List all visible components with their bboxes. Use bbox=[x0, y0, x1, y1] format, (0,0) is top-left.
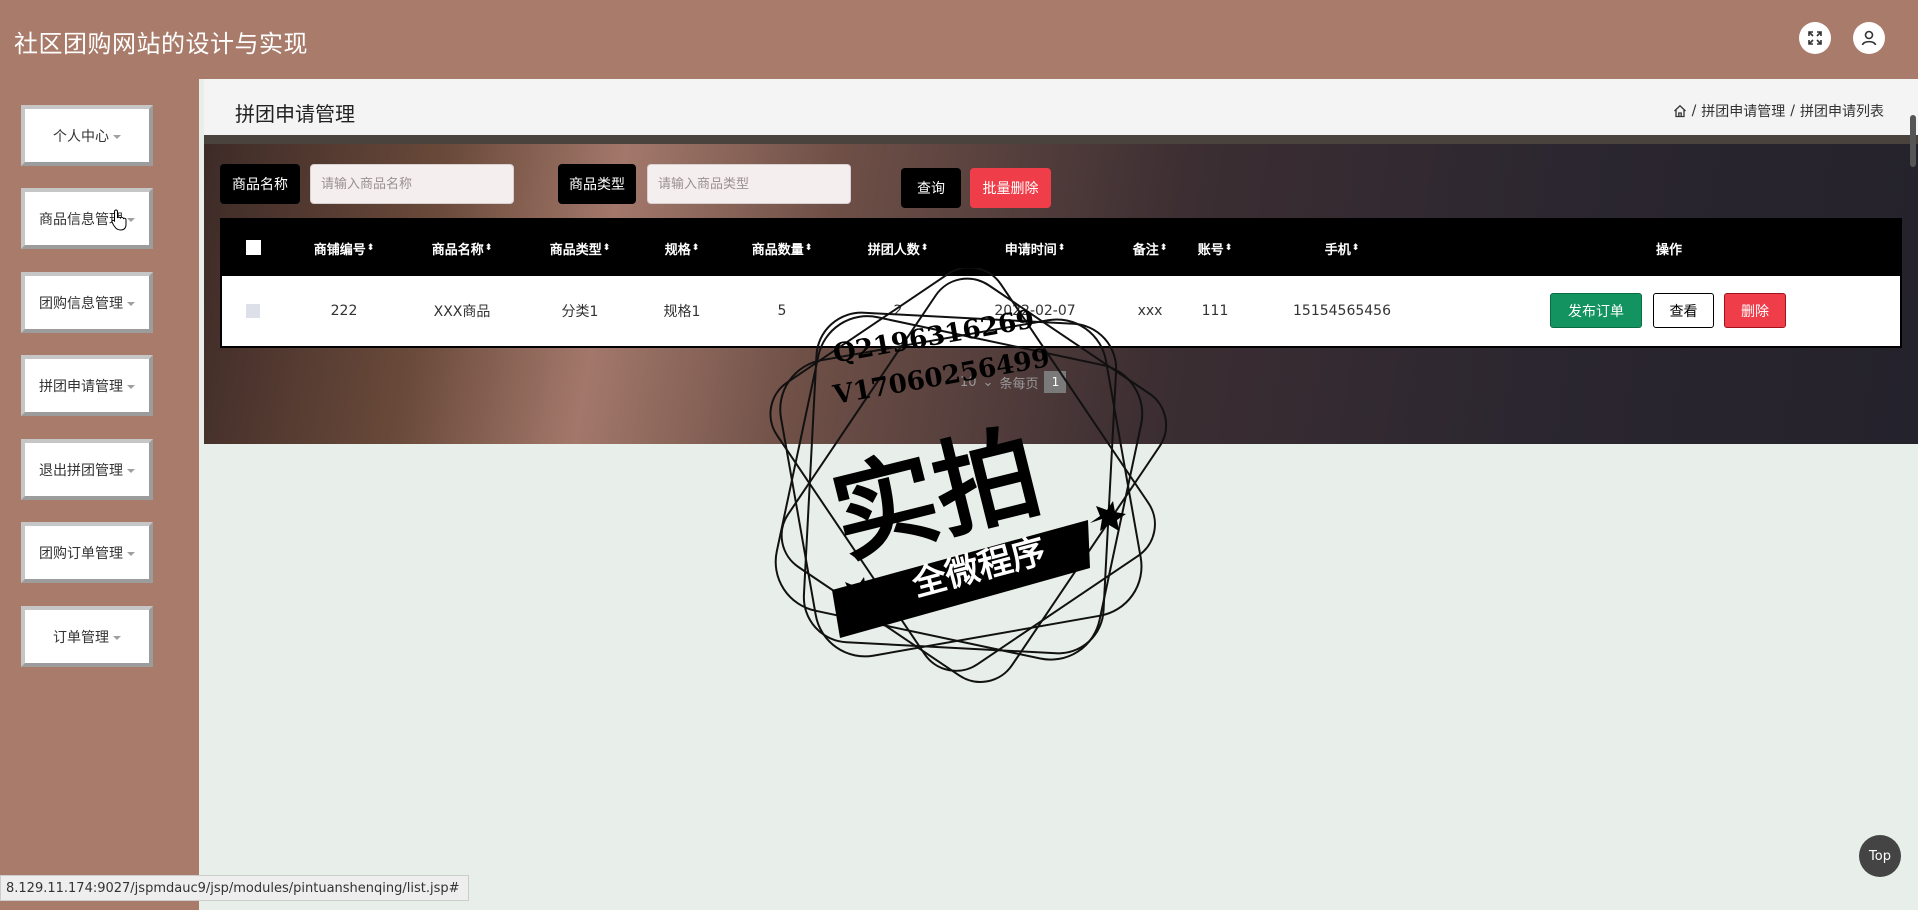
delete-button[interactable]: 删除 bbox=[1724, 293, 1786, 328]
panel-top-shadow bbox=[204, 135, 1918, 144]
top-header: 社区团购网站的设计与实现 bbox=[0, 0, 1918, 79]
column-header-label: 规格 bbox=[664, 242, 691, 258]
column-header-phone[interactable]: 手机 ⬍ bbox=[1325, 220, 1360, 276]
column-header-goods-name[interactable]: 商品名称 ⬍ bbox=[432, 220, 493, 276]
sort-icon: ⬍ bbox=[920, 243, 929, 253]
sidebar: 个人中心 商品信息管理 团购信息管理 拼团申请管理 退出拼团管理 团购订单管理 … bbox=[0, 79, 199, 910]
cell-shop-no: 222 bbox=[330, 303, 358, 319]
column-header-actions: 操作 bbox=[1655, 242, 1683, 258]
breadcrumb-item[interactable]: 拼团申请管理 bbox=[1701, 101, 1785, 121]
sidebar-item-group-application[interactable]: 拼团申请管理 bbox=[21, 355, 153, 416]
sort-icon: ⬍ bbox=[1159, 243, 1168, 253]
sidebar-item-group-buy-info[interactable]: 团购信息管理 bbox=[21, 272, 153, 333]
sidebar-item-order[interactable]: 订单管理 bbox=[21, 606, 153, 667]
view-button[interactable]: 查看 bbox=[1653, 293, 1714, 328]
goods-name-search-input[interactable] bbox=[310, 164, 514, 204]
home-icon[interactable] bbox=[1673, 104, 1687, 118]
sort-icon: ⬍ bbox=[602, 243, 611, 253]
back-to-top-button[interactable]: Top bbox=[1859, 835, 1901, 877]
column-header-label: 商铺编号 bbox=[313, 242, 366, 258]
sidebar-item-goods-info[interactable]: 商品信息管理 bbox=[21, 188, 153, 249]
publish-order-button[interactable]: 发布订单 bbox=[1550, 293, 1642, 328]
sidebar-item-group-order[interactable]: 团购订单管理 bbox=[21, 522, 153, 583]
mouse-cursor-icon bbox=[111, 209, 127, 231]
caret-down-icon bbox=[127, 384, 135, 389]
column-header-label: 商品类型 bbox=[549, 242, 602, 258]
status-bar-url: 8.129.11.174:9027/jspmdauc9/jsp/modules/… bbox=[0, 875, 469, 901]
breadcrumb-separator: / bbox=[1790, 103, 1795, 119]
user-menu-button[interactable] bbox=[1853, 22, 1885, 54]
fullscreen-icon bbox=[1808, 31, 1822, 45]
cell-account: 111 bbox=[1201, 303, 1229, 319]
breadcrumb-separator: / bbox=[1691, 103, 1697, 119]
column-header-label: 账号 bbox=[1197, 242, 1224, 258]
row-checkbox[interactable] bbox=[246, 304, 260, 318]
page-title: 拼团申请管理 bbox=[235, 102, 355, 126]
column-header-label: 申请时间 bbox=[1004, 242, 1057, 258]
sort-icon: ⬍ bbox=[1057, 243, 1066, 253]
cell-goods-type: 分类1 bbox=[561, 304, 599, 320]
select-all-checkbox[interactable] bbox=[246, 240, 261, 255]
batch-delete-button[interactable]: 批量删除 bbox=[970, 168, 1051, 208]
scrollbar-thumb[interactable] bbox=[1910, 115, 1916, 167]
sort-icon: ⬍ bbox=[691, 243, 700, 253]
column-header-goods-type[interactable]: 商品类型 ⬍ bbox=[550, 220, 611, 276]
column-header-account[interactable]: 账号 ⬍ bbox=[1198, 220, 1233, 276]
sidebar-item-label: 团购信息管理 bbox=[39, 295, 123, 312]
cell-spec: 规格1 bbox=[663, 304, 701, 320]
column-header-label: 手机 bbox=[1324, 242, 1351, 258]
column-header-label: 拼团人数 bbox=[867, 242, 920, 258]
app-title: 社区团购网站的设计与实现 bbox=[14, 30, 308, 58]
sidebar-item-label: 团购订单管理 bbox=[39, 545, 123, 562]
column-header-label: 商品数量 bbox=[751, 242, 804, 258]
column-header-label: 备注 bbox=[1132, 242, 1159, 258]
sort-icon: ⬍ bbox=[366, 243, 375, 253]
user-icon bbox=[1861, 30, 1877, 46]
caret-down-icon bbox=[127, 301, 135, 306]
goods-type-search-input[interactable] bbox=[647, 164, 851, 204]
caret-down-icon bbox=[113, 635, 121, 640]
page-header: 拼团申请管理 / 拼团申请管理 / 拼团申请列表 bbox=[204, 79, 1918, 135]
caret-down-icon bbox=[127, 217, 135, 222]
sidebar-item-label: 拼团申请管理 bbox=[39, 378, 123, 395]
sort-icon: ⬍ bbox=[804, 243, 813, 253]
column-header-shop-no[interactable]: 商铺编号 ⬍ bbox=[314, 220, 375, 276]
query-button[interactable]: 查询 bbox=[901, 168, 961, 208]
sort-icon: ⬍ bbox=[484, 243, 493, 253]
sort-icon: ⬍ bbox=[1224, 243, 1233, 253]
column-header-label: 商品名称 bbox=[431, 242, 484, 258]
caret-down-icon bbox=[113, 134, 121, 139]
cell-phone: 15154565456 bbox=[1293, 303, 1391, 319]
caret-down-icon bbox=[127, 551, 135, 556]
cell-goods-name: XXX商品 bbox=[433, 304, 491, 320]
fullscreen-button[interactable] bbox=[1799, 22, 1831, 54]
sort-icon: ⬍ bbox=[1351, 243, 1360, 253]
breadcrumb-item-current: 拼团申请列表 bbox=[1800, 104, 1884, 120]
sidebar-item-label: 退出拼团管理 bbox=[39, 462, 123, 479]
sidebar-item-exit-group[interactable]: 退出拼团管理 bbox=[21, 439, 153, 500]
column-header-spec[interactable]: 规格 ⬍ bbox=[665, 220, 700, 276]
goods-type-label: 商品类型 bbox=[558, 164, 636, 204]
goods-name-label: 商品名称 bbox=[220, 164, 300, 204]
sidebar-item-label: 个人中心 bbox=[53, 128, 109, 145]
breadcrumb: / 拼团申请管理 / 拼团申请列表 bbox=[1673, 101, 1884, 121]
caret-down-icon bbox=[127, 468, 135, 473]
sidebar-item-personal-center[interactable]: 个人中心 bbox=[21, 105, 153, 166]
sidebar-item-label: 订单管理 bbox=[53, 629, 109, 646]
